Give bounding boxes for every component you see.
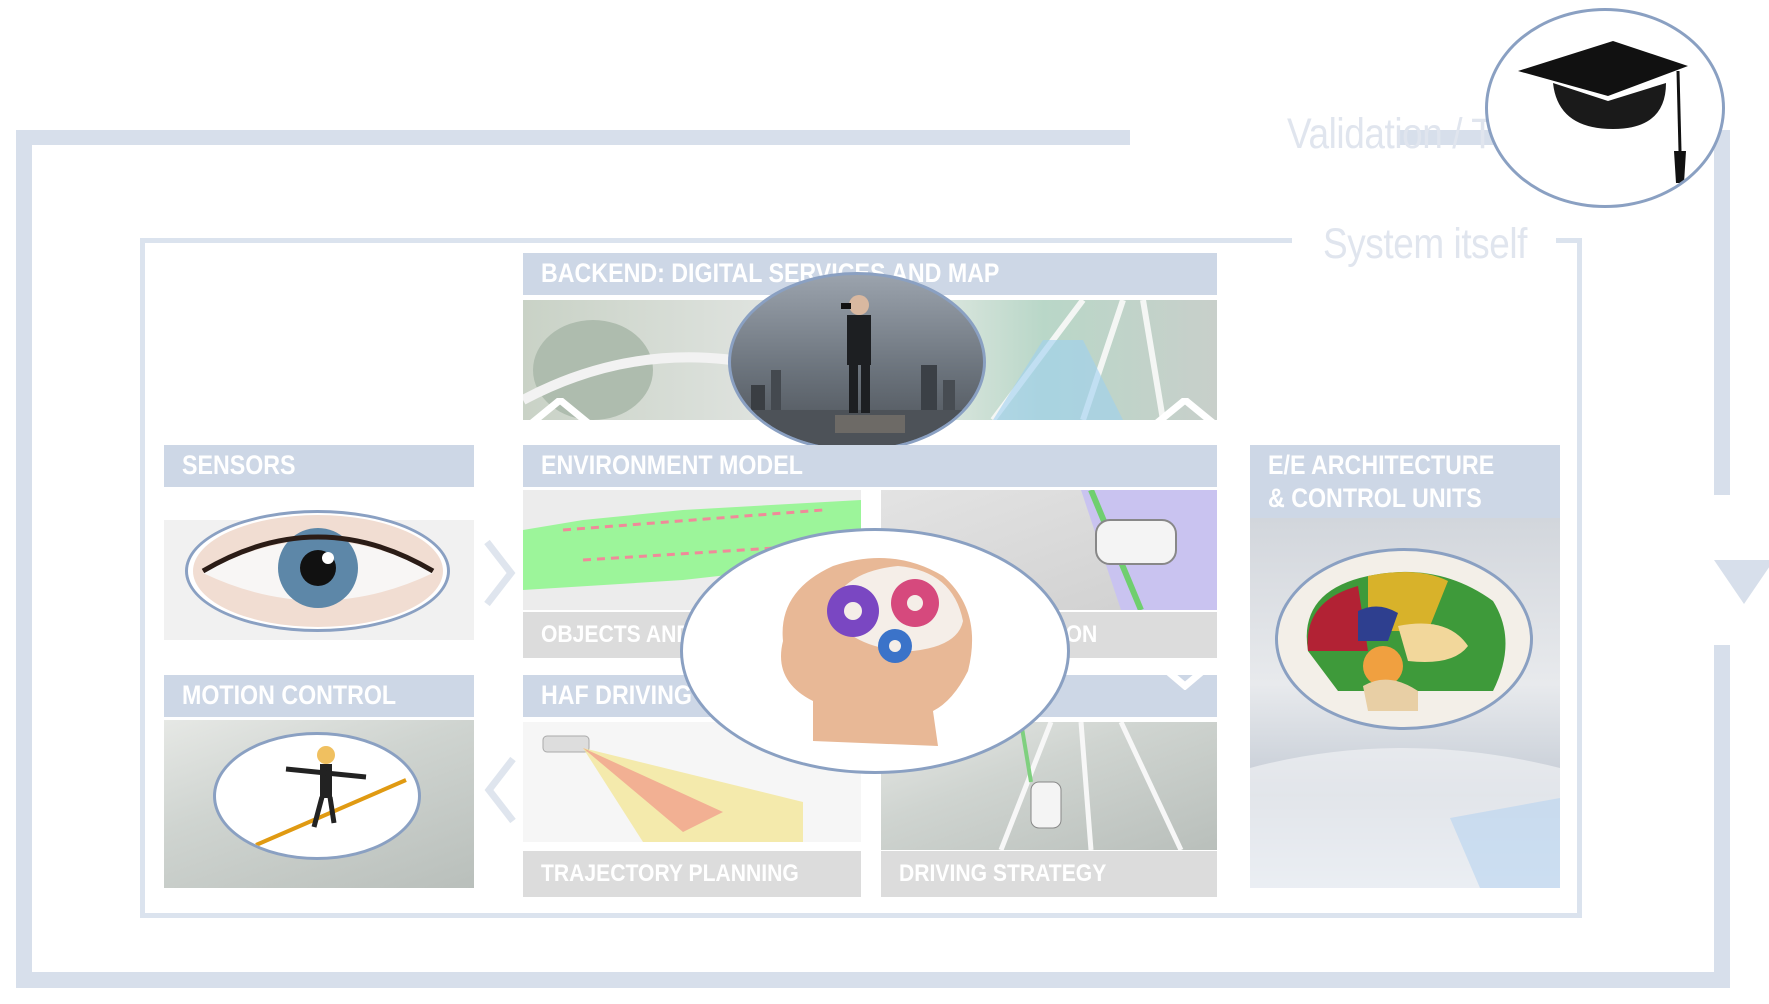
- environment-header: ENVIRONMENT MODEL: [523, 445, 1217, 487]
- feedback-down-arrow-icon: [1714, 560, 1769, 604]
- validation-label: Validation / T: [1287, 110, 1494, 158]
- head-with-gears-icon: [781, 558, 973, 746]
- ee-architecture-header: E/E ARCHITECTURE & CONTROL UNITS: [1250, 445, 1560, 518]
- system-label: System itself: [1323, 220, 1528, 268]
- trajectory-subheader: TRAJECTORY PLANNING: [523, 851, 861, 897]
- sensors-to-environment-arrow-icon: [483, 538, 517, 608]
- tightrope-walker-image: [255, 746, 407, 847]
- tightrope-oval: [213, 732, 421, 860]
- graduation-cap-icon: [1518, 41, 1688, 183]
- eye-oval: [185, 510, 450, 632]
- brain-model-image: [1306, 571, 1506, 711]
- haf-to-motion-arrow-icon: [483, 755, 517, 825]
- brain-oval: [1275, 548, 1533, 730]
- binoculars-man-oval: [728, 272, 986, 452]
- sensors-header: SENSORS: [164, 445, 474, 487]
- strategy-subheader: DRIVING STRATEGY: [881, 851, 1217, 897]
- man-with-binoculars-image: [731, 295, 983, 449]
- eye-image: [193, 515, 443, 627]
- graduation-cap-oval: [1485, 8, 1725, 208]
- motion-control-header: MOTION CONTROL: [164, 675, 474, 717]
- head-gears-oval: [680, 528, 1070, 774]
- strategy-down-arrow-icon: [1155, 660, 1215, 690]
